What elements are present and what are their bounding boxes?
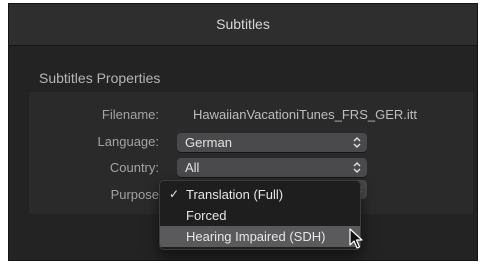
purpose-label: Purpose xyxy=(110,187,159,202)
menu-item-translation-full[interactable]: ✓ Translation (Full) xyxy=(160,184,360,205)
subtitles-window: Subtitles Subtitles Properties Filename:… xyxy=(8,3,478,261)
section-title: Subtitles Properties xyxy=(39,70,161,86)
title-bar: Subtitles xyxy=(9,4,477,46)
country-label: Country: xyxy=(109,160,159,175)
menu-item-label: Forced xyxy=(186,208,227,223)
purpose-menu: ✓ Translation (Full) Forced Hearing Impa… xyxy=(159,180,361,250)
menu-item-label: Translation (Full) xyxy=(186,187,284,202)
updown-chevron-icon xyxy=(351,161,363,174)
language-popup[interactable]: German xyxy=(177,133,367,152)
menu-item-label: Hearing Impaired (SDH) xyxy=(186,229,326,244)
menu-item-forced[interactable]: Forced xyxy=(160,205,360,226)
filename-label: Filename: xyxy=(101,107,159,122)
language-selected: German xyxy=(185,135,232,150)
pointer-cursor-icon xyxy=(349,228,365,250)
country-popup[interactable]: All xyxy=(177,158,367,177)
window-title: Subtitles xyxy=(216,16,270,32)
country-selected: All xyxy=(185,160,200,175)
filename-value: HawaiianVacationiTunes_FRS_GER.itt xyxy=(193,107,417,122)
updown-chevron-icon xyxy=(351,136,363,149)
menu-item-hearing-impaired-sdh[interactable]: Hearing Impaired (SDH) xyxy=(160,226,360,247)
checkmark-icon: ✓ xyxy=(168,187,180,201)
language-label: Language: xyxy=(97,134,159,149)
